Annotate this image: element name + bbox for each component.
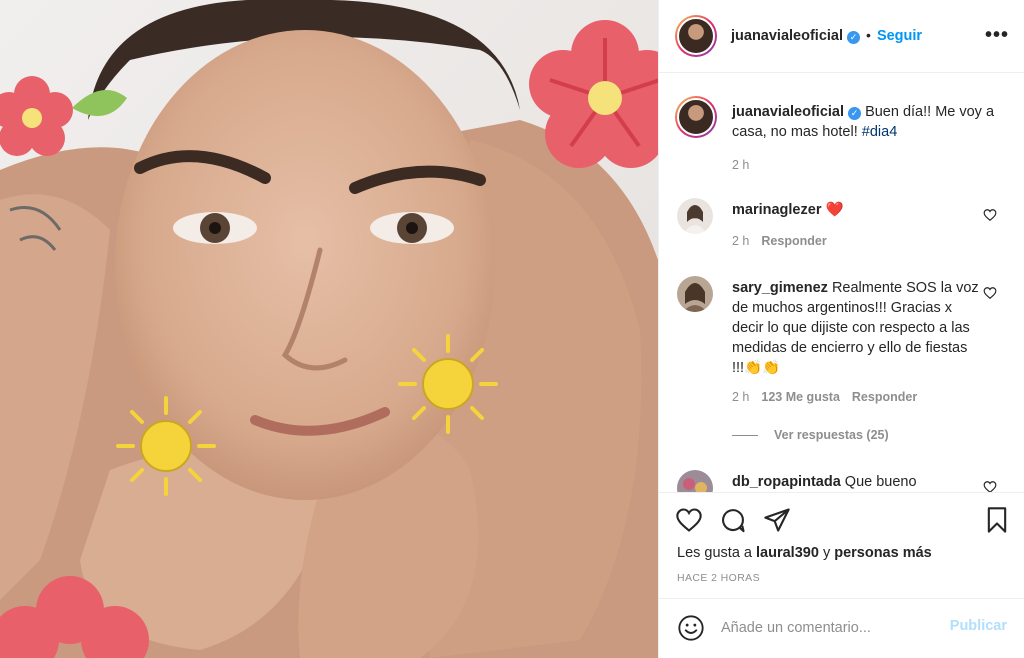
- comment-text: db_ropapintada Que bueno: [732, 472, 982, 492]
- comment-text: sary_gimenez Realmente SOS la voz de muc…: [732, 278, 982, 378]
- post-actions: Les gusta a laural390 y personas más HAC…: [659, 492, 1024, 598]
- comment-time[interactable]: 2 h: [732, 390, 749, 404]
- likes-user[interactable]: laural390: [756, 545, 819, 561]
- post-timestamp[interactable]: HACE 2 HORAS: [677, 572, 760, 584]
- commenter-avatar[interactable]: [677, 198, 713, 234]
- replies-divider-line: [732, 435, 758, 437]
- avatar-image: [677, 276, 713, 312]
- comment-username[interactable]: marinaglezer: [732, 202, 821, 218]
- post-header: juanavialeoficial ✓ • Seguir •••: [659, 0, 1024, 73]
- commenter-avatar[interactable]: [677, 276, 713, 312]
- emoji-smiley-icon[interactable]: [677, 614, 705, 642]
- verified-badge-icon: ✓: [847, 31, 861, 44]
- save-bookmark-icon[interactable]: [983, 506, 1011, 534]
- likes-summary: Les gusta a laural390 y personas más: [677, 545, 932, 561]
- sun-sticker-left: [116, 396, 216, 496]
- post-sidebar: juanavialeoficial ✓ • Seguir ••• juanaviale…: [658, 0, 1024, 658]
- comment-meta: 2 h 123 Me gusta Responder: [732, 390, 929, 404]
- view-replies-label: Ver respuestas (25): [774, 428, 889, 442]
- like-heart-icon[interactable]: [675, 506, 703, 534]
- comments-list[interactable]: juanavialeoficial ✓ Buen día!! Me voy a c…: [659, 74, 1024, 492]
- view-replies-button[interactable]: Ver respuestas (25): [732, 428, 889, 442]
- share-paper-plane-icon[interactable]: [763, 506, 791, 534]
- like-comment-heart-icon[interactable]: [983, 286, 997, 300]
- reply-button[interactable]: Responder: [852, 390, 917, 404]
- author-avatar[interactable]: [675, 15, 717, 57]
- caption-hashtag[interactable]: #dia4: [862, 124, 897, 140]
- caption-text: juanavialeoficial ✓ Buen día!! Me voy a c…: [732, 102, 1002, 142]
- caption-time[interactable]: 2 h: [732, 158, 749, 172]
- caption-meta: 2 h: [732, 158, 761, 172]
- separator-dot: •: [866, 27, 871, 43]
- follow-button[interactable]: Seguir: [877, 28, 922, 44]
- publish-button[interactable]: Publicar: [950, 618, 1007, 634]
- comment-username[interactable]: sary_gimenez: [732, 280, 828, 296]
- add-comment-bar: Publicar: [659, 598, 1024, 658]
- avatar-image: [677, 470, 713, 492]
- commenter-avatar[interactable]: [677, 470, 713, 492]
- like-comment-heart-icon[interactable]: [983, 208, 997, 222]
- photo-illustration: [0, 0, 658, 658]
- comment-likes-count[interactable]: 123 Me gusta: [761, 390, 840, 404]
- likes-others[interactable]: personas más: [834, 545, 932, 561]
- avatar-image: [677, 198, 713, 234]
- comment-input[interactable]: [721, 617, 941, 639]
- more-options-icon[interactable]: •••: [985, 24, 1009, 47]
- author-line: juanavialeoficial ✓ • Seguir: [731, 27, 922, 45]
- reply-button[interactable]: Responder: [761, 234, 826, 248]
- caption-author-username[interactable]: juanavialeoficial: [732, 104, 844, 120]
- comment-meta: 2 h Responder: [732, 234, 839, 248]
- caption-author-avatar[interactable]: [675, 96, 717, 138]
- comment-text: marinaglezer ❤️: [732, 200, 982, 220]
- comment-time[interactable]: 2 h: [732, 234, 749, 248]
- comment-username[interactable]: db_ropapintada: [732, 474, 841, 490]
- post-photo[interactable]: [0, 0, 658, 658]
- comment-body: ❤️: [825, 202, 844, 218]
- like-comment-heart-icon[interactable]: [983, 480, 997, 492]
- comment-body: Que bueno: [844, 474, 917, 490]
- sun-sticker-right: [398, 334, 498, 434]
- verified-badge-icon: ✓: [848, 107, 862, 120]
- author-username[interactable]: juanavialeoficial: [731, 28, 843, 44]
- comment-bubble-icon[interactable]: [719, 506, 747, 534]
- likes-prefix: Les gusta a: [677, 545, 752, 561]
- likes-mid: y: [822, 545, 831, 561]
